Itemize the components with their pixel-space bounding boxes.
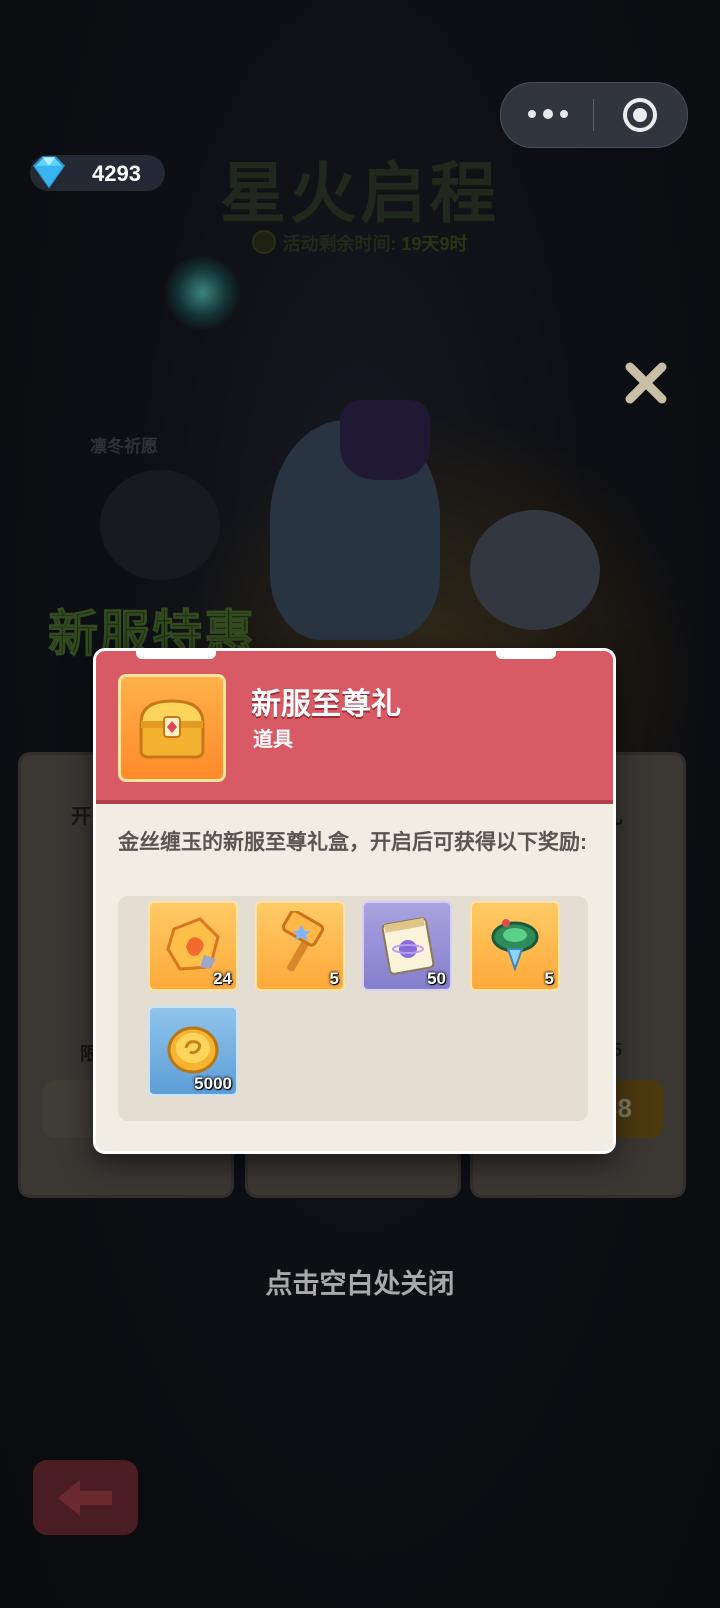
- item-detail-modal: 新服至尊礼 道具 金丝缠玉的新服至尊礼盒，开启后可获得以下奖励: 24 5 50…: [93, 648, 616, 1154]
- more-dot-icon: [543, 109, 553, 119]
- gem-count: 4293: [92, 161, 141, 186]
- ember-stone-icon: [166, 917, 220, 971]
- modal-header: 新服至尊礼 道具: [96, 651, 613, 804]
- treasure-chest-icon: [139, 699, 205, 759]
- more-dot-icon: [528, 110, 536, 118]
- golden-hammer-icon: [281, 911, 325, 972]
- reward-list: 24 5 50 5 5000: [118, 896, 588, 1121]
- reward-quantity: 5000: [194, 1074, 232, 1093]
- gold-coin-icon: [167, 1026, 219, 1074]
- snow-decoration: [496, 651, 556, 659]
- mini-program-capsule: [500, 82, 688, 148]
- snow-decoration: [136, 651, 216, 659]
- reward-quantity: 50: [427, 969, 446, 988]
- reward-item[interactable]: 5000: [148, 1006, 238, 1096]
- spinning-top-icon: [491, 919, 539, 973]
- item-name: 新服至尊礼: [251, 688, 401, 721]
- item-type: 道具: [253, 729, 293, 751]
- close-hint[interactable]: 点击空白处关闭: [0, 1262, 720, 1301]
- arrow-left-icon: [58, 1480, 112, 1516]
- reward-item[interactable]: 5: [470, 901, 560, 991]
- more-button[interactable]: [513, 91, 583, 137]
- reward-quantity: 5: [544, 969, 554, 988]
- reward-item[interactable]: 24: [148, 901, 238, 991]
- exit-target-icon[interactable]: [621, 96, 659, 134]
- item-icon-frame: [118, 674, 226, 782]
- more-dot-icon: [560, 110, 568, 118]
- close-icon[interactable]: [618, 355, 674, 411]
- item-description: 金丝缠玉的新服至尊礼盒，开启后可获得以下奖励:: [118, 831, 587, 854]
- diamond-icon: [32, 156, 66, 189]
- reward-quantity: 5: [329, 969, 339, 988]
- integral-scroll-icon: [381, 917, 435, 975]
- reward-item[interactable]: 5: [255, 901, 345, 991]
- reward-item[interactable]: 50: [362, 901, 452, 991]
- capsule-divider: [593, 99, 594, 131]
- gem-balance: 4293: [30, 155, 165, 191]
- reward-quantity: 24: [213, 969, 232, 988]
